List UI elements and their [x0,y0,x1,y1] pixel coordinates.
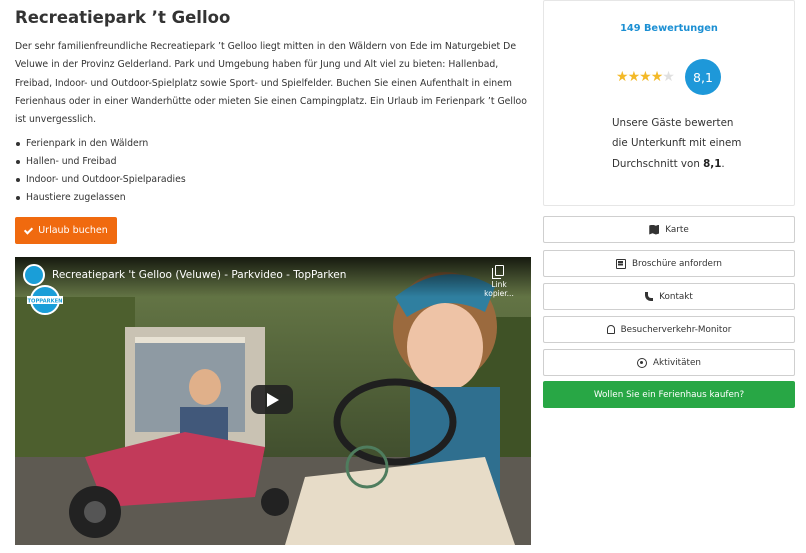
rating-summary-score: 8,1 [703,157,722,170]
map-icon [649,224,660,235]
star-empty-icon: ★ [662,69,675,85]
video-title[interactable]: Recreatiepark 't Gelloo (Veluwe) - Parkv… [52,269,346,281]
buy-holiday-home-button[interactable]: Wollen Sie ein Ferienhaus kaufen? [543,381,795,408]
play-icon[interactable] [251,385,293,414]
copy-icon [491,265,504,279]
rating-summary: Unsere Gäste bewerten die Unterkunft mit… [612,113,752,174]
star-icon: ★ [639,69,652,85]
rating-summary-end: . [721,157,725,170]
star-icon: ★ [627,69,641,85]
feature-list: Ferienpark in den Wäldern Hallen- und Fr… [15,135,186,207]
book-vacation-label: Urlaub buchen [38,225,108,236]
brochure-button[interactable]: Broschüre anfordern [543,250,795,277]
visitor-monitor-button[interactable]: Besucherverkehr-Monitor [543,316,795,343]
contact-button[interactable]: Kontakt [543,283,795,310]
contact-button-label: Kontakt [659,291,693,302]
channel-avatar[interactable] [23,264,45,286]
star-icon: ★ [650,69,664,85]
football-icon [637,357,648,368]
list-item: Haustiere zugelassen [15,189,186,207]
video-player[interactable]: Recreatiepark 't Gelloo (Veluwe) - Parkv… [15,257,531,545]
map-button-label: Karte [665,224,689,235]
park-description: Der sehr familienfreundliche Recreatiepa… [15,41,527,126]
check-icon [24,226,33,235]
newspaper-icon [616,258,626,269]
list-item: Indoor- und Outdoor-Spielparadies [15,171,186,189]
list-item: Hallen- und Freibad [15,153,186,171]
phone-icon [645,292,654,301]
topparken-watermark: TOPPARKEN [27,285,63,315]
bell-icon [606,325,615,334]
score-badge: 8,1 [685,59,721,95]
visitor-monitor-label: Besucherverkehr-Monitor [620,324,732,335]
brochure-button-label: Broschüre anfordern [632,258,722,269]
activities-button[interactable]: Aktivitäten [543,349,795,376]
map-button[interactable]: Karte [543,216,795,243]
copy-link-button[interactable]: Link kopier... [479,265,519,298]
copy-link-label: Link kopier... [484,280,514,298]
svg-text:TOPPARKEN: TOPPARKEN [28,299,63,305]
list-item: Ferienpark in den Wäldern [15,135,186,153]
activities-button-label: Aktivitäten [653,357,701,368]
book-vacation-button[interactable]: Urlaub buchen [15,217,117,244]
rating-card: 149 Bewertungen ★★★★★ 8,1 Unsere Gäste b… [543,0,795,206]
star-icon: ★ [616,69,629,85]
star-rating: ★★★★★ [616,69,675,85]
page-title: Recreatiepark ’t Gelloo [15,8,231,27]
review-count-link[interactable]: 149 Bewertungen [544,23,794,34]
